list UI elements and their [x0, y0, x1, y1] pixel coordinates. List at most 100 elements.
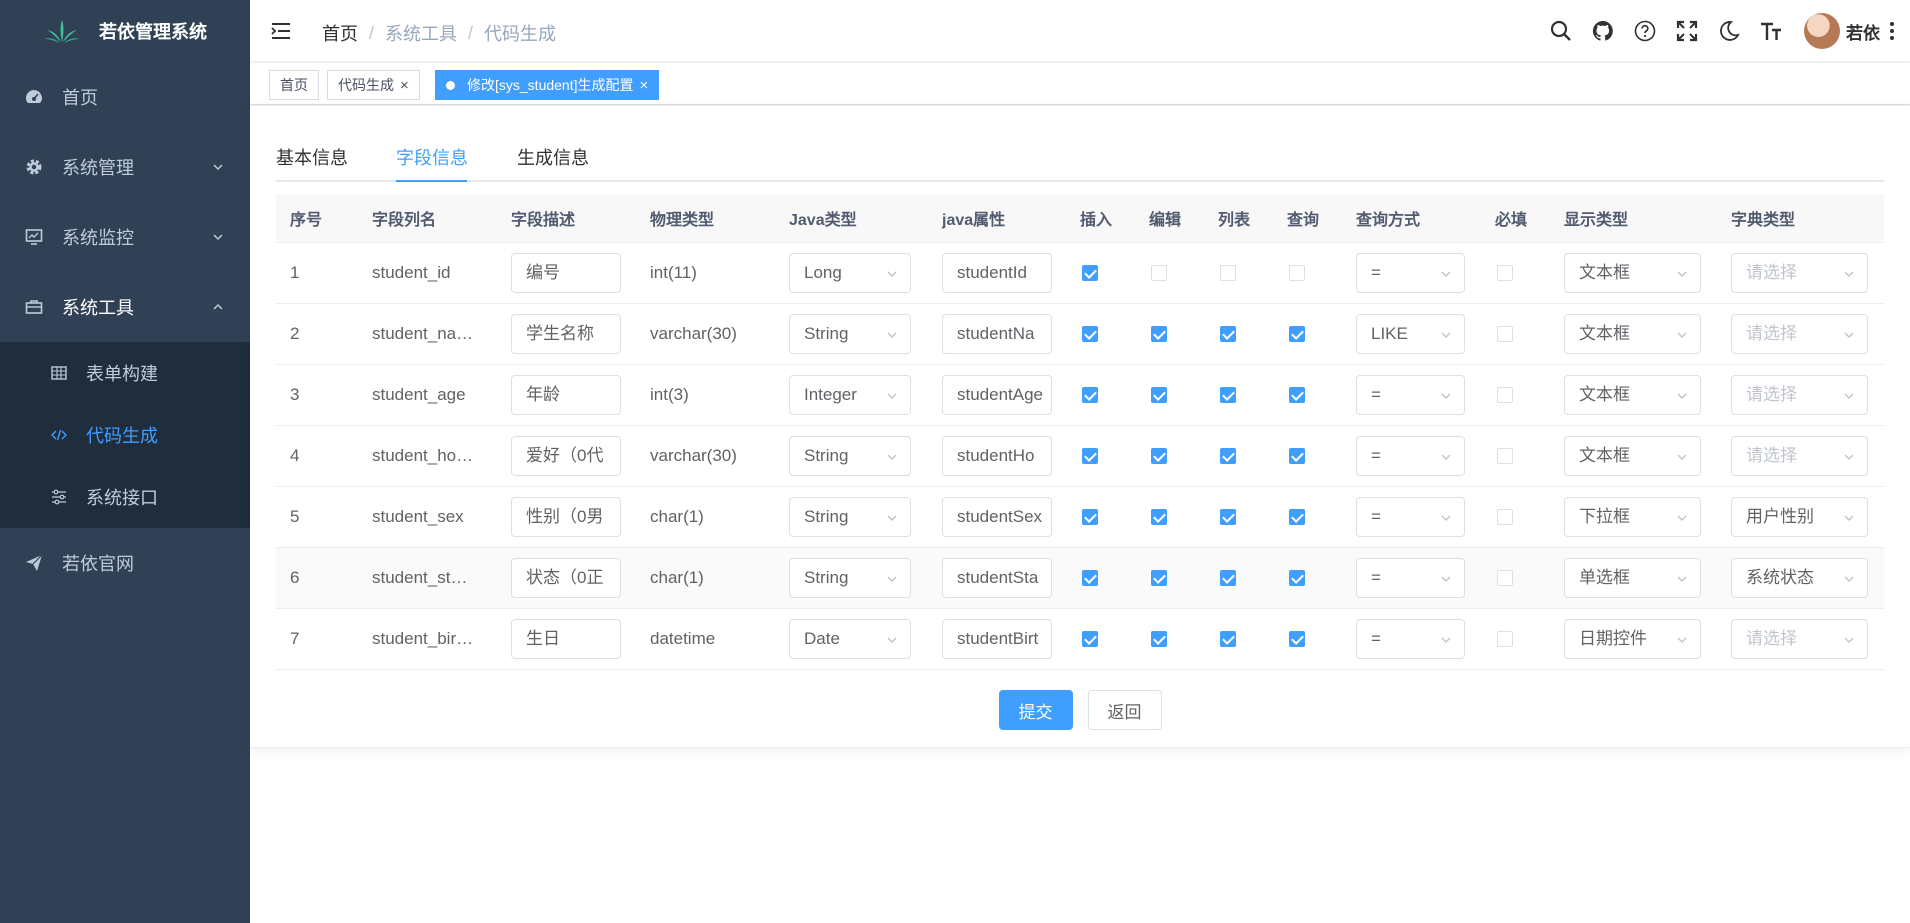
sidebar-item-form-builder[interactable]: 表单构建: [0, 342, 250, 404]
dict-type-select[interactable]: 系统状态: [1731, 558, 1868, 598]
edit-checkbox[interactable]: [1151, 387, 1167, 403]
column-desc-input[interactable]: 编号: [511, 253, 621, 293]
insert-checkbox[interactable]: [1082, 570, 1098, 586]
column-desc-input[interactable]: 学生名称: [511, 314, 621, 354]
display-type-select[interactable]: 下拉框: [1564, 497, 1701, 537]
close-icon[interactable]: ×: [400, 78, 409, 93]
back-button[interactable]: 返回: [1087, 690, 1162, 730]
tab-gen-info[interactable]: 生成信息: [517, 144, 589, 180]
insert-checkbox[interactable]: [1082, 387, 1098, 403]
sidebar-item-system[interactable]: 系统管理: [0, 132, 250, 202]
insert-checkbox[interactable]: [1082, 265, 1098, 281]
edit-checkbox[interactable]: [1151, 448, 1167, 464]
edit-checkbox[interactable]: [1151, 570, 1167, 586]
question-icon[interactable]: [1632, 18, 1658, 44]
display-type-select[interactable]: 文本框: [1564, 314, 1701, 354]
list-checkbox[interactable]: [1220, 509, 1236, 525]
query-checkbox[interactable]: [1289, 326, 1305, 342]
font-size-icon[interactable]: [1758, 18, 1784, 44]
sidebar-item-api[interactable]: 系统接口: [0, 466, 250, 528]
query-checkbox[interactable]: [1289, 387, 1305, 403]
close-icon[interactable]: ×: [640, 78, 649, 93]
query-checkbox[interactable]: [1289, 265, 1305, 281]
edit-checkbox[interactable]: [1151, 509, 1167, 525]
java-type-select[interactable]: Date: [789, 619, 911, 659]
display-type-select[interactable]: 日期控件: [1564, 619, 1701, 659]
java-type-select[interactable]: String: [789, 558, 911, 598]
query-mode-select[interactable]: =: [1356, 619, 1465, 659]
dict-type-select[interactable]: 用户性别: [1731, 497, 1868, 537]
sidebar-item-monitor[interactable]: 系统监控: [0, 202, 250, 272]
list-checkbox[interactable]: [1220, 570, 1236, 586]
list-checkbox[interactable]: [1220, 631, 1236, 647]
sidebar-item-tools[interactable]: 系统工具: [0, 272, 250, 342]
query-mode-select[interactable]: =: [1356, 375, 1465, 415]
query-checkbox[interactable]: [1289, 509, 1305, 525]
list-checkbox[interactable]: [1220, 448, 1236, 464]
java-type-select[interactable]: String: [789, 314, 911, 354]
github-icon[interactable]: [1590, 18, 1616, 44]
required-checkbox[interactable]: [1497, 570, 1513, 586]
required-checkbox[interactable]: [1497, 448, 1513, 464]
dict-type-select[interactable]: 请选择: [1731, 375, 1868, 415]
query-mode-select[interactable]: LIKE: [1356, 314, 1465, 354]
tab-basic-info[interactable]: 基本信息: [276, 144, 348, 180]
insert-checkbox[interactable]: [1082, 509, 1098, 525]
query-mode-select[interactable]: =: [1356, 497, 1465, 537]
required-checkbox[interactable]: [1497, 265, 1513, 281]
java-type-select[interactable]: Integer: [789, 375, 911, 415]
java-property-input[interactable]: studentHo: [942, 436, 1052, 476]
java-property-input[interactable]: studentNa: [942, 314, 1052, 354]
dict-type-select[interactable]: 请选择: [1731, 253, 1868, 293]
column-desc-input[interactable]: 状态（0正: [511, 558, 621, 598]
search-icon[interactable]: [1548, 18, 1574, 44]
column-desc-input[interactable]: 爱好（0代: [511, 436, 621, 476]
list-checkbox[interactable]: [1220, 387, 1236, 403]
insert-checkbox[interactable]: [1082, 326, 1098, 342]
edit-checkbox[interactable]: [1151, 326, 1167, 342]
avatar[interactable]: [1804, 13, 1840, 49]
java-property-input[interactable]: studentAge: [942, 375, 1052, 415]
required-checkbox[interactable]: [1497, 326, 1513, 342]
required-checkbox[interactable]: [1497, 631, 1513, 647]
required-checkbox[interactable]: [1497, 509, 1513, 525]
hamburger-icon[interactable]: [270, 20, 292, 42]
dict-type-select[interactable]: 请选择: [1731, 619, 1868, 659]
more-vertical-icon[interactable]: [1888, 18, 1896, 44]
sidebar-item-codegen[interactable]: 代码生成: [0, 404, 250, 466]
column-desc-input[interactable]: 性别（0男: [511, 497, 621, 537]
sidebar-item-home[interactable]: 首页: [0, 62, 250, 132]
tag-edit-config[interactable]: 修改[sys_student]生成配置 ×: [435, 70, 660, 100]
java-type-select[interactable]: String: [789, 497, 911, 537]
display-type-select[interactable]: 文本框: [1564, 253, 1701, 293]
query-checkbox[interactable]: [1289, 631, 1305, 647]
java-property-input[interactable]: studentSta: [942, 558, 1052, 598]
tag-home[interactable]: 首页: [269, 70, 319, 100]
insert-checkbox[interactable]: [1082, 448, 1098, 464]
java-property-input[interactable]: studentId: [942, 253, 1052, 293]
query-mode-select[interactable]: =: [1356, 253, 1465, 293]
tag-codegen[interactable]: 代码生成 ×: [327, 70, 420, 100]
display-type-select[interactable]: 文本框: [1564, 375, 1701, 415]
java-property-input[interactable]: studentBirt: [942, 619, 1052, 659]
list-checkbox[interactable]: [1220, 326, 1236, 342]
column-desc-input[interactable]: 生日: [511, 619, 621, 659]
insert-checkbox[interactable]: [1082, 631, 1098, 647]
dict-type-select[interactable]: 请选择: [1731, 314, 1868, 354]
user-name[interactable]: 若依: [1846, 19, 1880, 44]
logo[interactable]: 若依管理系统: [0, 0, 250, 62]
breadcrumb-item-home[interactable]: 首页: [322, 20, 358, 46]
dict-type-select[interactable]: 请选择: [1731, 436, 1868, 476]
query-checkbox[interactable]: [1289, 570, 1305, 586]
query-mode-select[interactable]: =: [1356, 436, 1465, 476]
java-type-select[interactable]: String: [789, 436, 911, 476]
sidebar-item-website[interactable]: 若依官网: [0, 528, 250, 598]
required-checkbox[interactable]: [1497, 387, 1513, 403]
query-checkbox[interactable]: [1289, 448, 1305, 464]
submit-button[interactable]: 提交: [998, 690, 1073, 730]
edit-checkbox[interactable]: [1151, 631, 1167, 647]
tab-field-info[interactable]: 字段信息: [396, 144, 468, 180]
column-desc-input[interactable]: 年龄: [511, 375, 621, 415]
query-mode-select[interactable]: =: [1356, 558, 1465, 598]
fullscreen-icon[interactable]: [1674, 18, 1700, 44]
